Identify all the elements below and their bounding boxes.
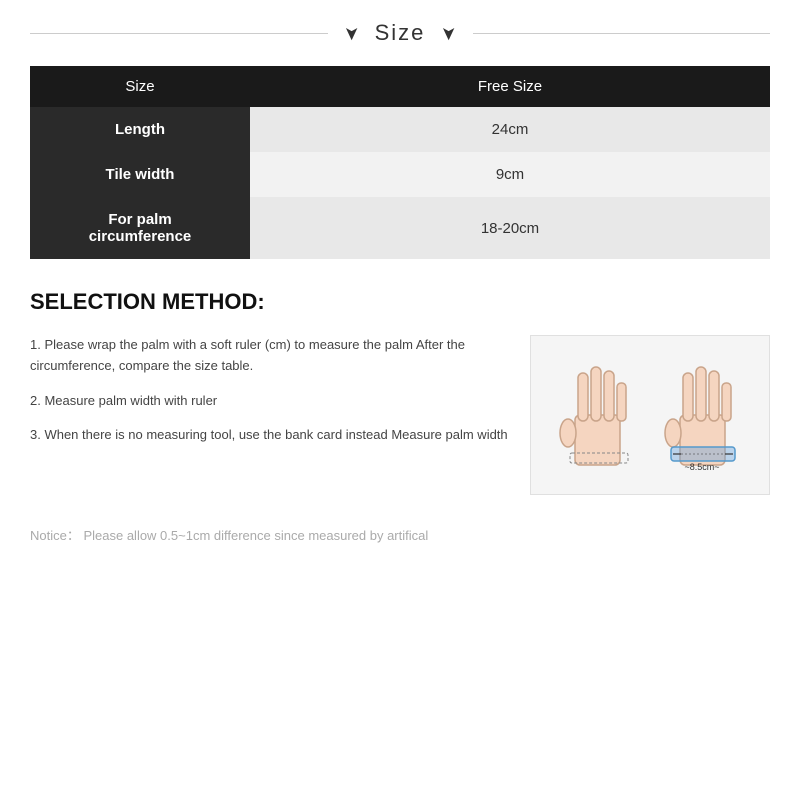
notice-text: Notice： Please allow 0.5~1cm difference … (30, 525, 770, 544)
selection-content: 1. Please wrap the palm with a soft rule… (30, 335, 770, 495)
size-table: Size Free Size Length24cmTile width9cmFo… (30, 66, 770, 259)
table-row: For palm circumference18-20cm (30, 197, 770, 259)
table-cell-label: For palm circumference (30, 197, 250, 259)
page-container: ➤ Size ➤ Size Free Size Length24cmTile w… (0, 0, 800, 800)
selection-text: 1. Please wrap the palm with a soft rule… (30, 335, 510, 460)
table-cell-label: Tile width (30, 152, 250, 197)
selection-section: SELECTION METHOD: 1. Please wrap the pal… (30, 289, 770, 495)
title-line-right (473, 33, 771, 34)
selection-step-3: 3. When there is no measuring tool, use … (30, 425, 510, 446)
svg-text:~8.5cm~: ~8.5cm~ (684, 462, 719, 472)
table-cell-label: Length (30, 107, 250, 152)
table-header-free-size: Free Size (250, 66, 770, 107)
title-section: ➤ Size ➤ (30, 20, 770, 46)
table-header-row: Size Free Size (30, 66, 770, 107)
hand-illustration-svg: ~8.5cm~ (540, 340, 760, 490)
page-title: Size (375, 20, 426, 46)
table-row: Length24cm (30, 107, 770, 152)
selection-step-2: 2. Measure palm width with ruler (30, 391, 510, 412)
selection-title: SELECTION METHOD: (30, 289, 770, 315)
table-cell-value: 18-20cm (250, 197, 770, 259)
table-header-size: Size (30, 66, 250, 107)
title-line-left (30, 33, 328, 34)
chevron-down-icon-left: ➤ (341, 25, 362, 40)
selection-step-1: 1. Please wrap the palm with a soft rule… (30, 335, 510, 377)
hand-measurement-image: ~8.5cm~ (530, 335, 770, 495)
table-row: Tile width9cm (30, 152, 770, 197)
table-cell-value: 24cm (250, 107, 770, 152)
table-cell-value: 9cm (250, 152, 770, 197)
chevron-down-icon-right: ➤ (438, 25, 459, 40)
notice-section: Notice： Please allow 0.5~1cm difference … (30, 525, 770, 544)
